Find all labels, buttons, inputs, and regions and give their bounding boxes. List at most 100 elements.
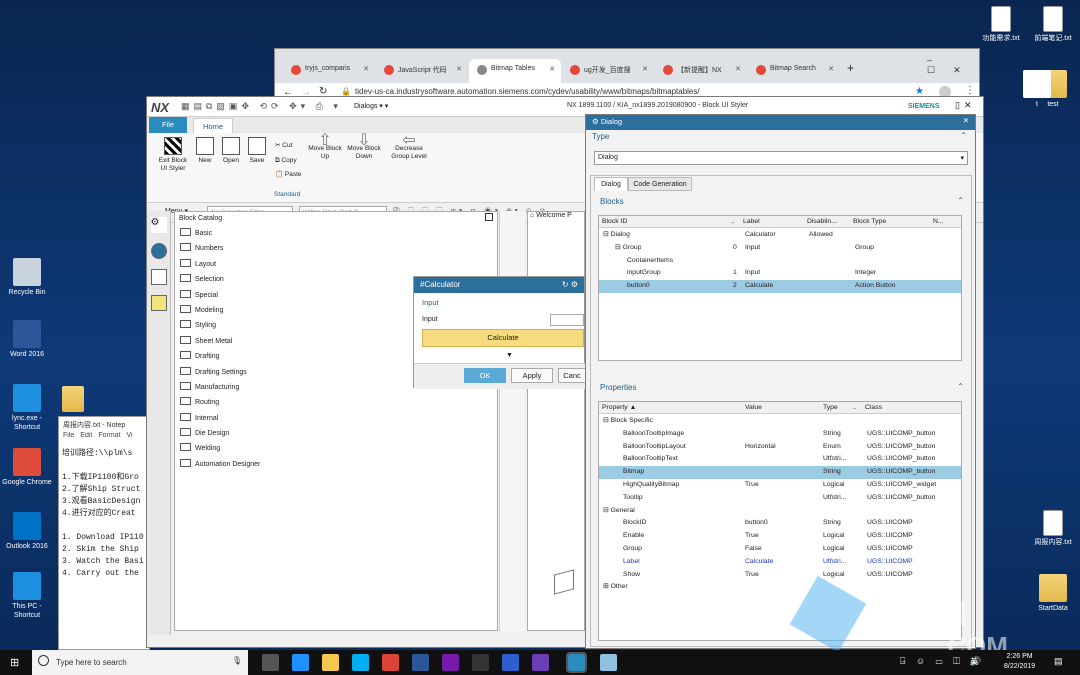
window-controls[interactable]: –☐✕: [927, 55, 979, 76]
property-row[interactable]: BlockID button0 String UGS::UICOMP: [599, 517, 961, 530]
collapse-icon[interactable]: ⌃: [957, 382, 964, 391]
microphone-icon[interactable]: 🎙: [232, 656, 242, 665]
catalog-item[interactable]: Layout: [175, 257, 497, 272]
block-styler-icon[interactable]: [566, 652, 587, 673]
property-row[interactable]: Bitmap String UGS::UICOMP_button: [599, 466, 961, 479]
browser-tab[interactable]: 【新提醒】NX ✕: [655, 59, 747, 83]
windows-start-icon[interactable]: ⊞: [10, 656, 19, 669]
browser-tab[interactable]: ug开发_百度搜 ✕: [562, 59, 654, 83]
open-button[interactable]: Open: [219, 137, 243, 165]
close-icon[interactable]: ✕: [642, 65, 648, 73]
property-row[interactable]: ⊟ General: [599, 505, 961, 518]
close-icon[interactable]: ✕: [363, 65, 369, 73]
nx-icon[interactable]: [502, 654, 519, 671]
notepad-menu-item[interactable]: Vi: [127, 432, 133, 439]
terminal-icon[interactable]: [472, 654, 489, 671]
catalog-item[interactable]: Routing: [175, 395, 497, 410]
property-row[interactable]: BalloonTooltipImage String UGS::UICOMP_but…: [599, 428, 961, 441]
property-row[interactable]: Tooltip Utfstri... UGS::UICOMP_button: [599, 492, 961, 505]
column-header[interactable]: Label: [743, 216, 760, 228]
word-icon[interactable]: [412, 654, 429, 671]
taskbar-search[interactable]: Type here to search 🎙: [32, 650, 248, 675]
column-header[interactable]: Block ID: [602, 216, 627, 228]
paste-button[interactable]: 📋 Paste: [275, 168, 302, 183]
desktop-icon[interactable]: 功能需求.txt: [974, 6, 1028, 43]
move-block-down-button[interactable]: ⇩ Move Block Down: [343, 133, 385, 161]
notepad-text[interactable]: 培训路径:\\plm\s 1.下载IP1100和Gro 2.了解Ship Stru…: [59, 444, 149, 584]
close-icon[interactable]: ✕: [456, 65, 462, 73]
globe-icon[interactable]: [150, 243, 167, 259]
column-header[interactable]: Value: [745, 402, 762, 414]
blocks-tree-grid[interactable]: Block ID.. Label Disablin... Block Type N...…: [598, 215, 962, 361]
notification-icon[interactable]: ▤: [1054, 656, 1063, 667]
dialogs-dropdown[interactable]: Dialogs ▾ ▾: [354, 102, 388, 110]
close-icon[interactable]: ✕: [735, 65, 741, 73]
desktop-icon[interactable]: Google Chrome: [0, 448, 54, 487]
property-row[interactable]: Label Calculate Utfstri... UGS::UICOMP: [599, 556, 961, 569]
edge-icon[interactable]: [292, 654, 309, 671]
visual-studio-icon[interactable]: [532, 654, 549, 671]
notepad-icon[interactable]: [600, 654, 617, 671]
catalog-item[interactable]: Die Design: [175, 426, 497, 441]
column-header[interactable]: ..: [853, 402, 857, 414]
clock[interactable]: 2:26 PM 8/22/2019: [1004, 652, 1035, 672]
desktop-icon[interactable]: Word 2016: [0, 320, 54, 359]
type-section[interactable]: Type ⌃: [586, 130, 975, 145]
new-button[interactable]: New: [195, 137, 215, 165]
tree-row[interactable]: button0 2 Calculate Action Button: [599, 280, 961, 293]
task-view-icon[interactable]: [262, 654, 279, 671]
ok-button[interactable]: OK: [464, 368, 506, 383]
chrome-icon[interactable]: [382, 654, 399, 671]
desktop-icon[interactable]: 前端笔记.txt: [1026, 6, 1080, 43]
column-header[interactable]: N...: [933, 216, 944, 228]
property-row[interactable]: HighQualityBitmap True Logical UGS::UICOMP_…: [599, 479, 961, 492]
tab-file[interactable]: File: [149, 117, 187, 133]
save-button[interactable]: Save: [246, 137, 268, 165]
close-icon[interactable]: ✕: [549, 65, 555, 73]
browser-tab[interactable]: tryjs_comparis ✕: [283, 59, 375, 83]
column-header[interactable]: Property ▲: [602, 402, 636, 414]
property-row[interactable]: Group False Logical UGS::UICOMP: [599, 543, 961, 556]
tab-dialog[interactable]: Dialog: [594, 177, 628, 191]
gear-icon[interactable]: ⚙: [150, 217, 167, 233]
decrease-group-level-button[interactable]: ⇦ Decrease Group Level: [387, 133, 431, 161]
quick-access-toolbar[interactable]: ▦▤⧉▧▣✥ ⟲⟳ ✥▾ ⎙ ▾: [181, 101, 342, 112]
close-icon[interactable]: ✕: [828, 65, 834, 73]
url-text[interactable]: tidev-us-ca.industrysoftware.automation.…: [355, 87, 700, 96]
column-header[interactable]: Type: [823, 402, 838, 414]
cancel-button[interactable]: Canc: [558, 368, 586, 383]
tree-row[interactable]: inputGroup 1 Input Integer: [599, 267, 961, 280]
notepad-menu-item[interactable]: Edit: [80, 432, 92, 439]
notepad-menu-item[interactable]: Format: [98, 432, 120, 439]
input-field[interactable]: [550, 314, 584, 326]
column-header[interactable]: Class: [865, 402, 882, 414]
property-row[interactable]: BalloonTooltipLayout Horizontal Enum UGS::U…: [599, 441, 961, 454]
browser-tab[interactable]: Bitmap Search ✕: [748, 59, 840, 83]
notepad-menu-item[interactable]: File: [63, 432, 74, 439]
browser-tab[interactable]: JavaScript 代码 ✕: [376, 59, 468, 83]
onenote-icon[interactable]: [442, 654, 459, 671]
collapse-icon[interactable]: ⌃: [960, 131, 967, 140]
property-row[interactable]: Enable True Logical UGS::UICOMP: [599, 530, 961, 543]
folder-icon[interactable]: [62, 386, 84, 412]
apply-button[interactable]: Apply: [511, 368, 553, 383]
tab-home[interactable]: Home: [193, 118, 233, 133]
desktop-icon[interactable]: t: [1010, 70, 1064, 109]
skype-icon[interactable]: [352, 654, 369, 671]
desktop-icon[interactable]: lync.exe - Shortcut: [0, 384, 54, 432]
ime-language[interactable]: 英: [970, 656, 978, 667]
menu-dots-icon[interactable]: ⋮: [965, 85, 975, 96]
catalog-item[interactable]: Automation Designer: [175, 457, 497, 472]
column-header[interactable]: Disablin...: [807, 216, 837, 228]
copy-button[interactable]: ⧉ Copy: [275, 154, 302, 169]
tree-row[interactable]: ContainerItems: [599, 255, 961, 268]
desktop-icon[interactable]: 周报内容.txt: [1026, 510, 1080, 547]
tree-row[interactable]: ⊟ Group 0 Input Group: [599, 242, 961, 255]
move-block-up-button[interactable]: ⇧ Move Block Up: [307, 133, 343, 161]
catalog-item[interactable]: Basic: [175, 226, 497, 241]
blocks-section[interactable]: Blocks ⌃: [594, 195, 972, 210]
desktop-icon[interactable]: StartData: [1026, 574, 1080, 613]
nx-window-controls[interactable]: ▯✕: [955, 100, 976, 111]
desktop-icon[interactable]: Outlook 2016: [0, 512, 54, 551]
property-row[interactable]: ⊟ Block Specific: [599, 415, 961, 428]
